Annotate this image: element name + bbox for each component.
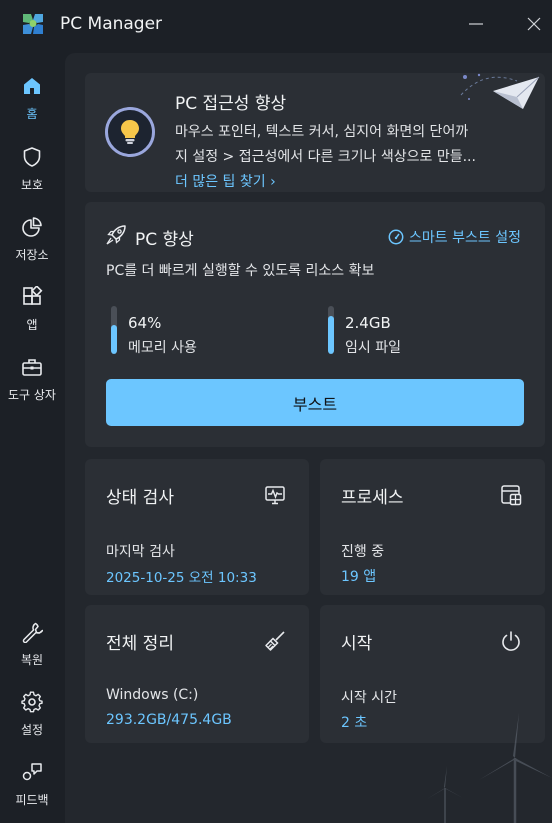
sidebar-item-home[interactable]: 홈 (0, 72, 64, 130)
sidebar-label-storage: 저장소 (15, 248, 49, 262)
speedometer-icon (388, 229, 404, 245)
close-icon (527, 17, 541, 31)
full-cleanup-card[interactable]: 전체 정리 Windows (C:) 293.2GB/475.4GB (85, 605, 309, 743)
gear-icon (21, 691, 43, 713)
memory-usage-fill (111, 325, 117, 354)
close-button[interactable] (520, 12, 548, 36)
sidebar-item-repair[interactable]: 복원 (0, 618, 64, 676)
sidebar-item-apps[interactable]: 앱 (0, 283, 64, 341)
minimize-button[interactable] (462, 12, 490, 36)
process-value: 19 앱 (341, 569, 377, 585)
sidebar-label-toolbox: 도구 상자 (8, 388, 56, 402)
tip-card: PC 접근성 향상 마우스 포인터, 텍스트 커서, 심지어 화면의 단어까 지… (85, 73, 545, 192)
sidebar-label-home: 홈 (26, 107, 38, 121)
monitor-pulse-icon (263, 483, 287, 507)
process-label: 진행 중 (341, 544, 385, 560)
tip-title: PC 접근성 향상 (175, 94, 287, 114)
startup-time-label: 시작 시간 (341, 690, 397, 706)
health-check-label: 마지막 검사 (106, 544, 175, 560)
sidebar-item-settings[interactable]: 설정 (0, 688, 64, 746)
process-manager-icon (499, 483, 523, 507)
smart-boost-settings-label: 스마트 부스트 설정 (409, 230, 521, 246)
sidebar-item-protect[interactable]: 보호 (0, 143, 64, 201)
health-check-card[interactable]: 상태 검사 마지막 검사 2025-10-25 오전 10:33 (85, 459, 309, 595)
boost-description: PC를 더 빠르게 실행할 수 있도록 리소스 확보 (106, 263, 375, 279)
startup-time-value: 2 초 (341, 715, 368, 731)
process-card[interactable]: 프로세스 진행 중 19 앱 (320, 459, 545, 595)
pc-manager-window: PC Manager 홈 보호 저장소 앱 도구 상자 복원 설정 피드백 PC… (0, 0, 552, 823)
drive-usage-value: 293.2GB/475.4GB (106, 712, 232, 728)
full-cleanup-title: 전체 정리 (106, 634, 174, 654)
drive-label: Windows (C:) (106, 687, 199, 703)
sidebar-nav: 홈 보호 저장소 앱 도구 상자 복원 설정 피드백 (0, 60, 64, 823)
lightbulb-icon (105, 107, 155, 157)
home-icon (24, 78, 40, 94)
sidebar-item-toolbox[interactable]: 도구 상자 (0, 353, 64, 411)
boost-button[interactable]: 부스트 (106, 379, 524, 426)
main-content: PC 접근성 향상 마우스 포인터, 텍스트 커서, 심지어 화면의 단어까 지… (65, 53, 552, 823)
temp-files-label: 임시 파일 (345, 340, 401, 356)
memory-usage-label: 메모리 사용 (128, 340, 197, 356)
tip-line-1: 마우스 포인터, 텍스트 커서, 심지어 화면의 단어까 (175, 124, 469, 140)
smart-boost-settings-link[interactable]: 스마트 부스트 설정 (388, 227, 521, 247)
health-check-value: 2025-10-25 오전 10:33 (106, 570, 257, 586)
feedback-icon (22, 763, 42, 781)
tip-description: 마우스 포인터, 텍스트 커서, 심지어 화면의 단어까 지 설정 > 접근성에… (175, 120, 525, 170)
sidebar-item-storage[interactable]: 저장소 (0, 213, 64, 271)
app-title: PC Manager (60, 14, 163, 34)
power-icon (499, 629, 523, 653)
pie-chart-icon (22, 217, 42, 237)
temp-files-meter (328, 306, 334, 354)
memory-usage-meter (111, 306, 117, 354)
apps-icon (23, 286, 43, 305)
sidebar-item-feedback[interactable]: 피드백 (0, 758, 64, 816)
process-title: 프로세스 (341, 488, 404, 508)
startup-title: 시작 (341, 634, 373, 654)
temp-files-value: 2.4GB (345, 314, 391, 332)
toolbox-icon (22, 359, 42, 376)
health-check-title: 상태 검사 (106, 488, 174, 508)
sidebar-label-settings: 설정 (20, 723, 44, 737)
pc-manager-logo-icon (23, 14, 43, 34)
rocket-icon (106, 225, 126, 245)
shield-icon (23, 147, 41, 167)
boost-title: PC 향상 (135, 230, 194, 250)
sidebar-label-apps: 앱 (26, 318, 38, 332)
sidebar-label-feedback: 피드백 (15, 793, 49, 807)
memory-usage-value: 64% (128, 314, 162, 332)
boost-card: PC 향상 스마트 부스트 설정 PC를 더 빠르게 실행할 수 있도록 리소스… (85, 202, 545, 447)
temp-files-fill (328, 315, 334, 354)
more-tips-link[interactable]: 더 많은 팁 찾기 › (175, 171, 276, 191)
minimize-icon (469, 23, 483, 25)
sidebar-label-repair: 복원 (20, 653, 44, 667)
wrench-icon (22, 622, 43, 643)
sidebar-label-protect: 보호 (20, 178, 44, 192)
wind-turbine-decoration-icon (427, 713, 552, 823)
title-bar: PC Manager (0, 0, 552, 50)
broom-icon (263, 629, 287, 653)
tip-line-2: 지 설정 > 접근성에서 다른 크기나 색상으로 만들... (175, 149, 476, 165)
